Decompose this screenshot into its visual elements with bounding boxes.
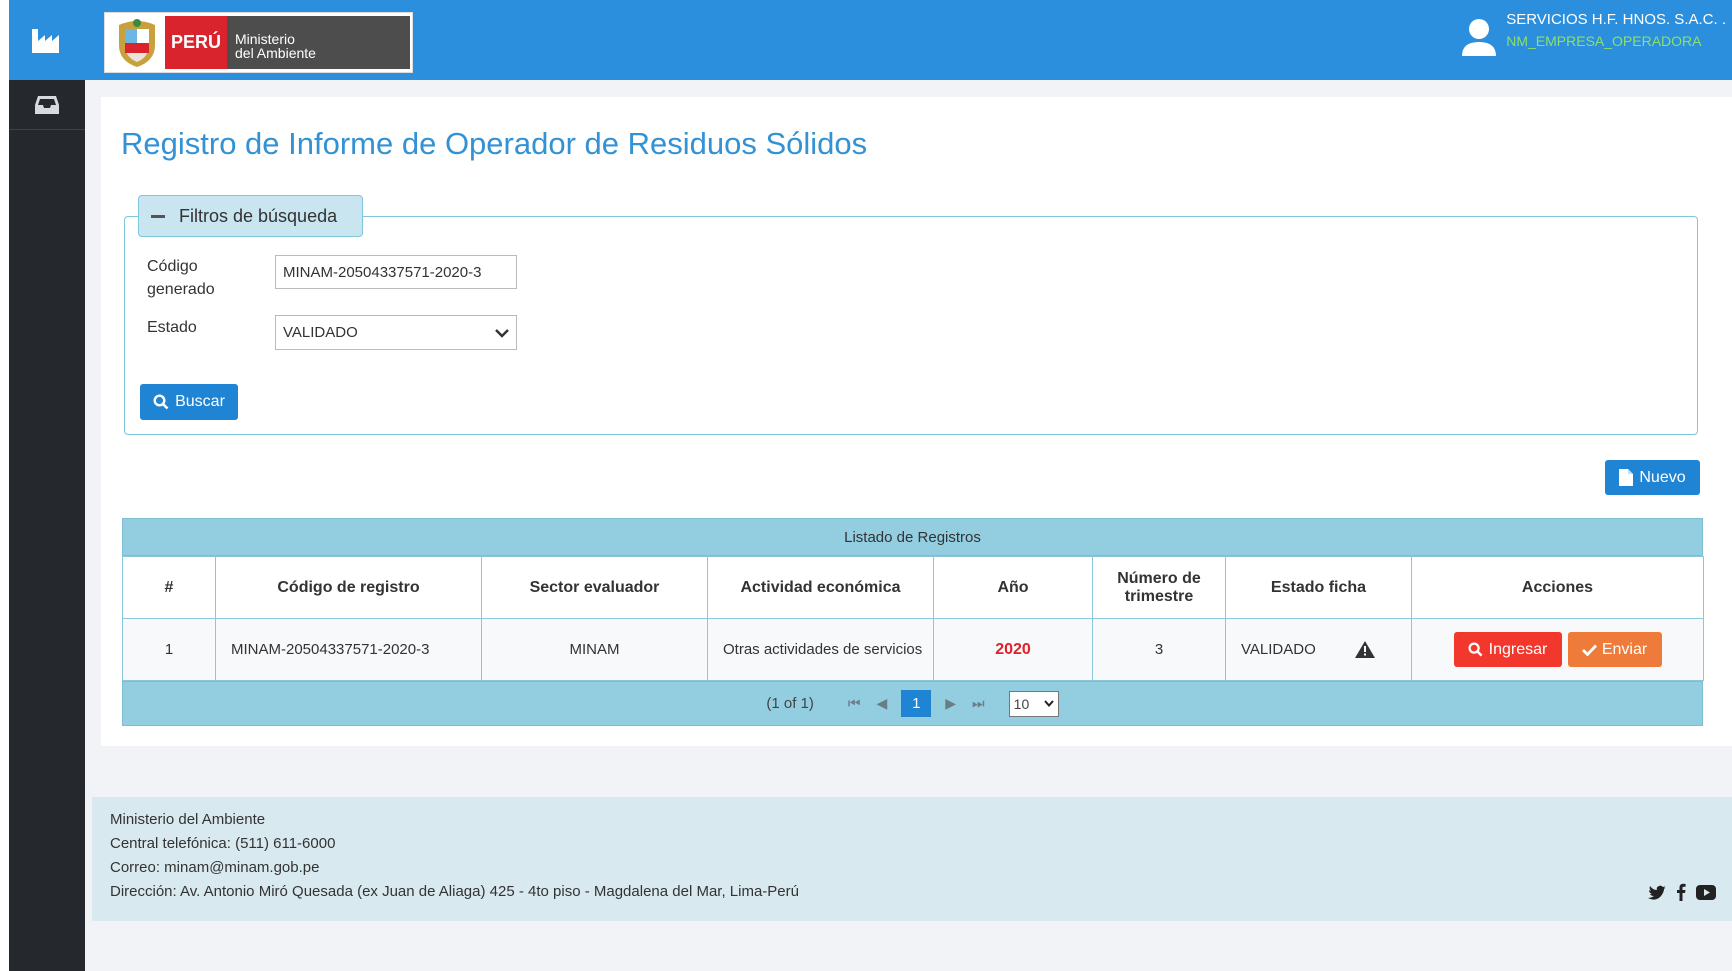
sidebar-item-inbox[interactable] <box>9 80 85 130</box>
filters-legend: Filtros de búsqueda <box>179 205 338 226</box>
column-header[interactable]: Número de trimestre <box>1092 556 1226 619</box>
footer: Ministerio del Ambiente Central telefóni… <box>92 797 1732 921</box>
app-root: PERÚ Ministerio del Ambiente SERVICIOS H… <box>0 0 1732 971</box>
cell-sector: MINAM <box>481 618 708 681</box>
code-label-line2: generado <box>147 281 215 298</box>
inbox-icon <box>35 95 59 114</box>
sidebar <box>9 0 85 971</box>
cell-actividad: Otras actividades de servicios <box>707 618 934 681</box>
column-header[interactable]: Estado ficha <box>1225 556 1412 619</box>
table-header-row: # Código de registro Sector evaluador Ac… <box>122 556 1704 619</box>
check-icon <box>1581 644 1597 656</box>
page-size-value: 10 <box>1013 695 1030 712</box>
sidebar-home[interactable] <box>9 0 85 80</box>
footer-email: Correo: minam@minam.gob.pe <box>110 859 320 876</box>
page-size-select[interactable]: 10 <box>1008 690 1059 717</box>
paginator: (1 of 1) ⏮ ◀ 1 ▶ ⏭ 10 <box>122 681 1703 726</box>
column-header: Acciones <box>1411 556 1704 619</box>
code-input[interactable]: MINAM-20504337571-2020-3 <box>275 255 517 289</box>
new-button-label: Nuevo <box>1639 468 1686 486</box>
estado-value: VALIDADO <box>1241 641 1316 658</box>
table-row: 1 MINAM-20504337571-2020-3 MINAM Otras a… <box>122 618 1704 681</box>
cell-codigo: MINAM-20504337571-2020-3 <box>215 618 482 681</box>
search-button[interactable]: Buscar <box>140 384 238 420</box>
footer-address: Dirección: Av. Antonio Miró Quesada (ex … <box>110 883 799 900</box>
ingresar-label: Ingresar <box>1488 640 1548 658</box>
code-input-value: MINAM-20504337571-2020-3 <box>283 263 482 281</box>
twitter-icon[interactable] <box>1648 885 1666 900</box>
national-crest-icon <box>119 19 155 67</box>
cell-num: 1 <box>122 618 216 681</box>
column-header[interactable]: Código de registro <box>215 556 482 619</box>
estado-label: Estado <box>147 319 197 336</box>
column-header[interactable]: Actividad económica <box>707 556 934 619</box>
last-page-icon[interactable]: ⏭ <box>972 695 985 712</box>
current-page[interactable]: 1 <box>901 690 932 717</box>
enviar-button[interactable]: Enviar <box>1567 632 1662 667</box>
new-button[interactable]: Nuevo <box>1605 460 1700 495</box>
cell-estado: VALIDADO <box>1225 618 1412 681</box>
estado-cell-content: VALIDADO <box>1226 641 1411 658</box>
column-header[interactable]: Sector evaluador <box>481 556 708 619</box>
enviar-label: Enviar <box>1601 640 1648 658</box>
warning-icon[interactable] <box>1355 641 1375 658</box>
user-role: NM_EMPRESA_OPERADORA <box>1506 33 1702 49</box>
factory-icon <box>32 29 59 53</box>
prev-page-icon[interactable]: ◀ <box>876 695 887 712</box>
facebook-icon[interactable] <box>1676 883 1686 901</box>
first-page-icon[interactable]: ⏮ <box>848 695 861 712</box>
footer-phone: Central telefónica: (511) 611-6000 <box>110 835 336 852</box>
column-header[interactable]: # <box>122 556 216 619</box>
brand-ministry-line1: Ministerio <box>235 31 295 47</box>
pager-summary: (1 of 1) <box>766 695 814 712</box>
user-menu[interactable]: SERVICIOS H.F. HNOS. S.A.C. . NM_EMPRESA… <box>1460 10 1726 58</box>
search-icon <box>153 394 169 410</box>
chevron-down-icon <box>1043 700 1054 707</box>
chevron-down-icon <box>495 328 509 338</box>
top-bar: PERÚ Ministerio del Ambiente SERVICIOS H… <box>85 0 1732 80</box>
next-page-icon[interactable]: ▶ <box>945 695 956 712</box>
records-table: Listado de Registros # Código de registr… <box>122 518 1704 726</box>
estado-select-value: VALIDADO <box>283 324 358 341</box>
user-icon <box>1462 19 1497 56</box>
table-caption: Listado de Registros <box>122 518 1703 556</box>
records-grid: # Código de registro Sector evaluador Ac… <box>122 556 1704 681</box>
cell-acciones: Ingresar Enviar <box>1411 618 1704 681</box>
minus-icon <box>151 214 165 218</box>
code-label-line1: Código <box>147 258 198 275</box>
filters-toggle[interactable]: Filtros de búsqueda <box>138 195 363 237</box>
ingresar-button[interactable]: Ingresar <box>1453 632 1562 667</box>
estado-select[interactable]: VALIDADO <box>275 315 517 350</box>
brand-ministry-line2: del Ambiente <box>235 45 316 61</box>
user-name: SERVICIOS H.F. HNOS. S.A.C. . <box>1506 11 1726 28</box>
cell-anio: 2020 <box>933 618 1093 681</box>
cell-trimestre: 3 <box>1092 618 1226 681</box>
file-icon <box>1619 469 1634 486</box>
brand-ministry: Ministerio del Ambiente <box>227 16 410 69</box>
brand-logo: PERÚ Ministerio del Ambiente <box>104 12 413 73</box>
search-button-label: Buscar <box>175 393 225 410</box>
social-links <box>1648 883 1716 901</box>
code-label: Código generado <box>147 255 215 301</box>
brand-country: PERÚ <box>165 16 227 69</box>
row-actions: Ingresar Enviar <box>1412 632 1703 667</box>
youtube-icon[interactable] <box>1696 884 1716 900</box>
page-title: Registro de Informe de Operador de Resid… <box>121 126 868 161</box>
footer-org: Ministerio del Ambiente <box>110 811 266 828</box>
search-icon <box>1468 642 1483 657</box>
user-info: SERVICIOS H.F. HNOS. S.A.C. . NM_EMPRESA… <box>1506 10 1726 52</box>
column-header[interactable]: Año <box>933 556 1093 619</box>
